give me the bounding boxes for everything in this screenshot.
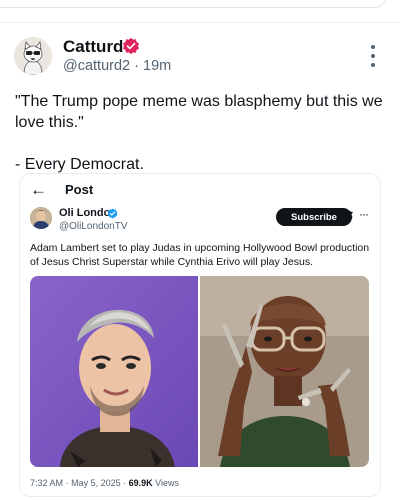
subscribe-button[interactable]: Subscribe (276, 208, 352, 226)
media-image-right[interactable] (200, 276, 369, 467)
separator: · (123, 478, 127, 488)
quoted-post-text: Adam Lambert set to play Judas in upcomi… (30, 242, 370, 268)
ellipsis-icon[interactable]: ··· (359, 207, 369, 221)
quoted-time[interactable]: 7:32 AM (30, 478, 63, 488)
verified-badge-icon (122, 37, 140, 55)
quoted-date[interactable]: May 5, 2025 (71, 478, 121, 488)
grok-icon[interactable] (342, 210, 354, 222)
quoted-meta: 7:32 AM · May 5, 2025 · 69.9K Views (30, 478, 179, 488)
handle[interactable]: @catturd2 (63, 58, 130, 74)
page-title: Post (65, 182, 94, 197)
separator: · (65, 478, 69, 488)
timestamp[interactable]: 19m (143, 58, 171, 74)
quoted-post-card[interactable]: ← Post Oli London @OliLondonTV Subscribe… (20, 174, 380, 496)
views-label: Views (155, 478, 180, 488)
post-body: "The Trump pope meme was blasphemy but t… (15, 93, 383, 173)
divider (0, 22, 400, 23)
avatar[interactable] (14, 37, 52, 75)
quoted-avatar[interactable] (30, 207, 52, 229)
more-vert-icon[interactable] (366, 45, 380, 67)
search-input[interactable] (0, 0, 386, 8)
quoted-author-handle[interactable]: @OliLondonTV (59, 221, 128, 232)
display-name[interactable]: Catturd (63, 37, 123, 57)
back-arrow-icon[interactable]: ← (30, 180, 47, 200)
views-count[interactable]: 69.9K (129, 478, 153, 488)
quoted-media[interactable] (30, 276, 369, 467)
separator: · (134, 58, 139, 74)
media-image-left[interactable] (30, 276, 198, 467)
verified-badge-icon (107, 208, 118, 219)
handle-row: @catturd2 · 19m (63, 58, 171, 74)
